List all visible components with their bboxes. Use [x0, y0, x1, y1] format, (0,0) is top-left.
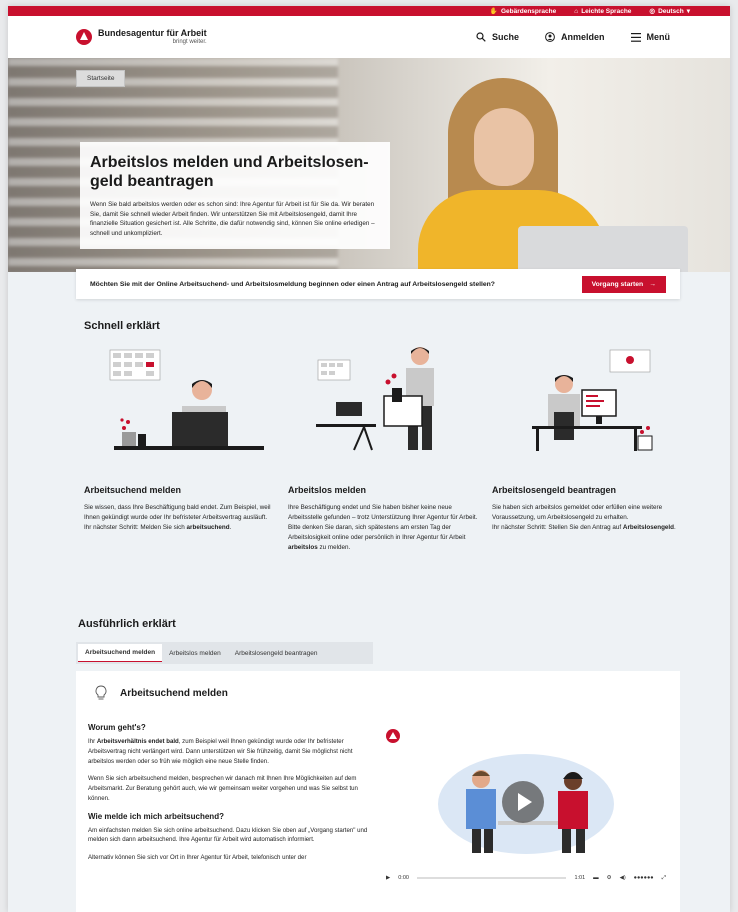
lightbulb-icon: [95, 685, 107, 700]
detail-card-title: Arbeitsuchend melden: [120, 687, 228, 699]
sign-language-link[interactable]: ✋ Gebärdensprache: [489, 7, 557, 16]
paragraph-emphasis: Arbeitsverhältnis endet bald: [96, 738, 179, 745]
video-logo-icon: [386, 729, 400, 743]
search-button[interactable]: Suche: [476, 32, 519, 42]
quick-item-text-part: .: [229, 523, 232, 531]
illustration-job-seeking: [109, 349, 264, 450]
quick-item-text: Ihre Beschäftigung endet und Sie haben b…: [288, 503, 478, 553]
start-process-label: Vorgang starten: [591, 280, 644, 288]
logo[interactable]: Bundesagentur für Arbeit bringt weiter.: [76, 29, 207, 45]
quick-item-title: Arbeitslosengeld beantragen: [492, 485, 617, 495]
video-progress-bar[interactable]: [416, 877, 567, 879]
captions-icon[interactable]: ▬: [593, 875, 599, 881]
video-time-current: 0:00: [398, 875, 409, 881]
header-nav: Suche Anmelden Menü: [476, 32, 670, 42]
quick-item-job-seeking: Arbeitsuchend melden Sie wissen, dass Ih…: [84, 485, 274, 533]
quick-item-link[interactable]: arbeitslos: [288, 544, 318, 551]
user-icon: [545, 32, 555, 42]
chevron-down-icon: ▾: [686, 8, 690, 15]
quick-item-text-part: Ihr nächster Schritt: Stellen Sie den An…: [492, 523, 623, 531]
page-title: Arbeitslos melden und Arbeitslosen-geld …: [90, 154, 369, 190]
hero-text-box: Arbeitslos melden und Arbeitslosen-geld …: [80, 142, 390, 249]
sign-language-label: Gebärdensprache: [500, 7, 557, 15]
hand-icon: ✋: [489, 8, 498, 15]
quick-item-text-part: Sie wissen, dass Ihre Beschäftigung bald…: [84, 504, 271, 521]
quick-item-text: Sie wissen, dass Ihre Beschäftigung bald…: [84, 503, 274, 533]
logo-mark-icon: [76, 29, 92, 45]
site-header: Bundesagentur für Arbeit bringt weiter. …: [8, 16, 730, 58]
top-utility-bar: ✋ Gebärdensprache ⌂ Leichte Sprache ◎ Deuts…: [8, 6, 730, 16]
quick-item-text-part: Sie haben sich arbeitslos gemeldet oder …: [492, 504, 663, 521]
quick-item-link[interactable]: Arbeitslosengeld: [623, 524, 674, 531]
tab-job-seeking[interactable]: Arbeitsuchend melden: [78, 644, 163, 662]
quick-item-title: Arbeitslos melden: [288, 485, 367, 495]
quick-item-link[interactable]: arbeitsuchend: [187, 524, 230, 531]
illustration-unemployed: [316, 347, 434, 451]
detail-card-body: Worum geht's? Ihr Arbeitsverhältnis ende…: [88, 723, 378, 871]
tab-benefit[interactable]: Arbeitslosengeld beantragen: [228, 645, 325, 662]
search-label: Suche: [491, 32, 519, 42]
language-select[interactable]: ◎ Deutsch ▾: [649, 7, 690, 16]
cta-question: Möchten Sie mit der Online Arbeitsuchend…: [90, 280, 495, 288]
hero-intro: Wenn Sie bald arbeitslos werden oder es …: [90, 200, 375, 237]
quick-item-text-part: Bitte denken Sie daran, sich spätestens …: [288, 523, 466, 541]
settings-icon[interactable]: ⚙: [607, 875, 612, 881]
play-icon[interactable]: ▶: [386, 875, 390, 881]
login-label: Anmelden: [560, 32, 605, 42]
paragraph: Ihr Arbeitsverhältnis endet bald, zum Be…: [88, 737, 378, 766]
quick-item-text-part: zu melden.: [317, 543, 351, 551]
detail-section-title: Ausführlich erklärt: [78, 618, 176, 630]
login-button[interactable]: Anmelden: [545, 32, 605, 42]
detail-card: Arbeitsuchend melden Worum geht's? Ihr A…: [76, 671, 680, 912]
page: ✋ Gebärdensprache ⌂ Leichte Sprache ◎ Deuts…: [8, 6, 730, 912]
illustration-unemployment-benefit: [532, 349, 653, 451]
paragraph-text: Ihr: [88, 738, 97, 745]
quick-item-title: Arbeitsuchend melden: [84, 485, 182, 495]
logo-tagline: bringt weiter.: [172, 39, 207, 45]
logo-name: Bundesagentur für Arbeit: [98, 28, 207, 38]
question-heading: Wie melde ich mich arbeitsuchend?: [88, 811, 224, 821]
paragraph: Wenn Sie sich arbeitsuchend melden, besp…: [88, 775, 358, 802]
video-controls: ▶ 0:00 1:01 ▬ ⚙ ◀) ●●●●●● ⤢: [386, 871, 666, 885]
globe-icon: ◎: [649, 8, 656, 15]
start-process-button[interactable]: Vorgang starten →: [581, 275, 666, 293]
language-label: Deutsch: [658, 7, 684, 15]
hamburger-icon: [630, 32, 641, 42]
arrow-right-icon: →: [649, 280, 656, 288]
fullscreen-icon[interactable]: ⤢: [662, 875, 666, 882]
quick-section-title: Schnell erklärt: [84, 320, 160, 332]
volume-icon[interactable]: ◀): [620, 875, 626, 881]
volume-slider[interactable]: ●●●●●●: [634, 875, 654, 881]
paragraph: Am einfachsten melden Sie sich online ar…: [88, 826, 368, 844]
menu-button[interactable]: Menü: [630, 32, 671, 42]
video-player[interactable]: ▶ 0:00 1:01 ▬ ⚙ ◀) ●●●●●● ⤢: [386, 729, 666, 894]
book-icon: ⌂: [574, 7, 579, 15]
easy-language-link[interactable]: ⌂ Leichte Sprache: [574, 8, 631, 15]
quick-item-unemployed: Arbeitslos melden Ihre Beschäftigung end…: [288, 485, 478, 553]
hero-banner: Startseite Arbeitslos melden und Arbeits…: [8, 58, 730, 272]
cta-bar: Möchten Sie mit der Online Arbeitsuchend…: [76, 269, 680, 299]
quick-item-text-part: Ihr nächster Schritt: Melden Sie sich: [84, 523, 187, 531]
easy-language-label: Leichte Sprache: [581, 7, 632, 15]
play-button[interactable]: [502, 781, 544, 823]
detail-tabs: Arbeitsuchend melden Arbeitslos melden A…: [76, 642, 373, 664]
hero-photo-laptop: [518, 226, 688, 272]
breadcrumb[interactable]: Startseite: [76, 70, 126, 87]
paragraph: Alternativ können Sie sich vor Ort in Ih…: [88, 854, 307, 861]
search-icon: [476, 32, 486, 42]
menu-label: Menü: [646, 32, 671, 42]
video-time-total: 1:01: [574, 875, 586, 881]
question-heading: Worum geht's?: [88, 723, 146, 732]
detail-card-header: Arbeitsuchend melden: [76, 671, 680, 701]
quick-item-text-part: .: [674, 523, 676, 531]
quick-item-benefit: Arbeitslosengeld beantragen Sie haben si…: [492, 485, 682, 533]
tab-unemployed[interactable]: Arbeitslos melden: [162, 645, 228, 662]
quick-item-text-part: Ihre Beschäftigung endet und Sie haben b…: [288, 504, 478, 521]
quick-item-text: Sie haben sich arbeitslos gemeldet oder …: [492, 503, 682, 533]
